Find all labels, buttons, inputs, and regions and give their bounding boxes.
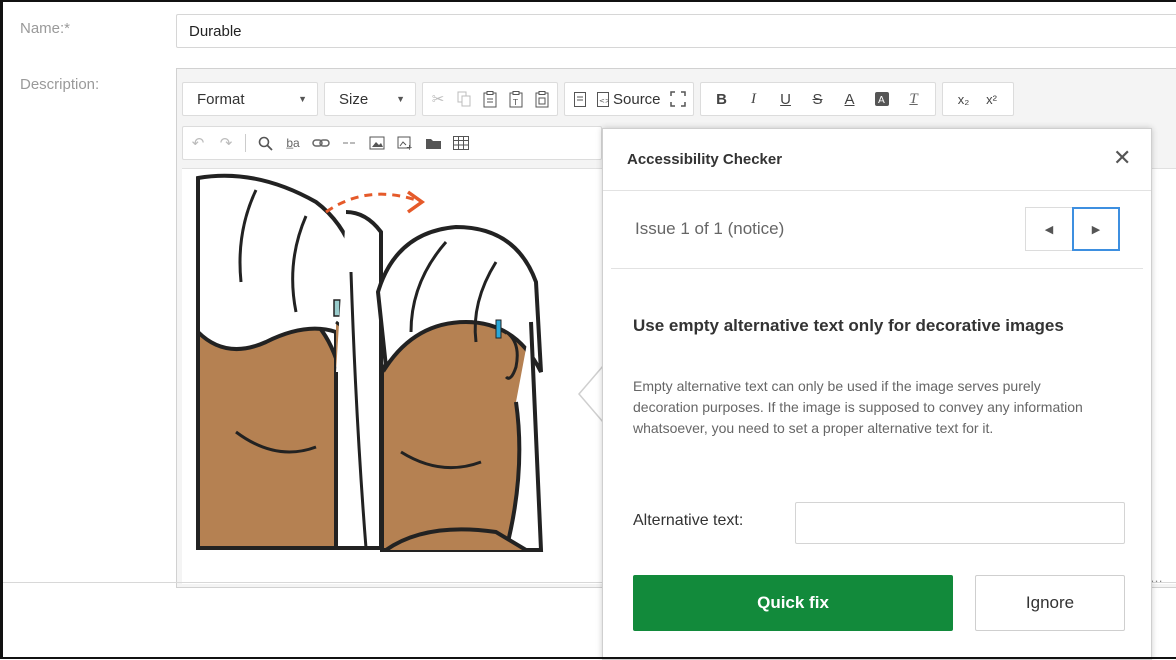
unlink-icon[interactable] [340,130,358,156]
next-issue-button[interactable]: ▶ [1072,207,1120,251]
image-upload-icon[interactable]: + [396,130,414,156]
close-icon[interactable]: ✕ [1113,147,1131,169]
issue-nav-buttons: ◀ ▶ [1025,207,1120,251]
replace-icon[interactable]: b̲a [284,130,302,156]
issue-heading: Use empty alternative text only for deco… [633,316,1064,335]
underline-button[interactable]: U [777,86,795,112]
prev-issue-button[interactable]: ◀ [1025,207,1073,251]
panel-header: Accessibility Checker ✕ [603,129,1151,191]
paste-text-icon[interactable]: T [507,86,525,112]
quick-fix-button[interactable]: Quick fix [633,575,953,631]
panel-pointer [578,366,604,422]
panel-title: Accessibility Checker [627,151,783,168]
templates-icon[interactable] [571,86,589,112]
issue-navigation: Issue 1 of 1 (notice) ◀ ▶ [611,191,1143,269]
svg-text:<>: <> [599,97,609,105]
tools-group: ↶ ↷ b̲a + [182,126,602,160]
subscript-button[interactable]: x₂ [955,86,973,112]
svg-text:T: T [512,98,518,107]
description-label: Description: [20,76,100,93]
editor-image[interactable] [196,172,596,554]
text-color-button[interactable]: A [841,86,859,112]
separator [245,134,246,152]
chevron-down-icon: ▼ [396,94,405,104]
next-icon: ▶ [1091,223,1101,236]
document-group: <> Source [564,82,694,116]
table-icon[interactable] [452,130,470,156]
ignore-button[interactable]: Ignore [975,575,1125,631]
alt-text-label: Alternative text: [633,512,744,529]
svg-text:+: + [406,143,413,150]
name-label: Name:* [20,20,71,37]
find-icon[interactable] [256,130,274,156]
chevron-down-icon: ▼ [298,94,307,104]
source-button[interactable]: <> Source [597,91,661,108]
remove-format-button[interactable]: T [905,86,923,112]
svg-text:A: A [878,95,885,106]
paste-word-icon[interactable] [533,86,551,112]
script-group: x₂ x² [941,82,1014,116]
undo-icon[interactable]: ↶ [189,130,207,156]
toolbar-row-2: ↶ ↷ b̲a + [182,126,602,160]
prev-icon: ◀ [1044,223,1054,236]
cut-icon[interactable]: ✂ [429,86,447,112]
maximize-icon[interactable] [669,86,687,112]
paste-icon[interactable] [481,86,499,112]
background-color-button[interactable]: A [873,86,891,112]
alt-text-input[interactable] [795,502,1125,544]
image-icon[interactable] [368,130,386,156]
strikethrough-button[interactable]: S [809,86,827,112]
copy-icon[interactable] [455,86,473,112]
bold-button[interactable]: B [713,86,731,112]
italic-button[interactable]: I [745,86,763,112]
clipboard-group: ✂ T [422,82,558,116]
basic-styles-group: B I U S A A T [699,82,936,116]
link-icon[interactable] [312,130,330,156]
format-label: Format [197,90,245,108]
superscript-button[interactable]: x² [983,86,1001,112]
accessibility-checker-panel: Accessibility Checker ✕ Issue 1 of 1 (no… [602,128,1152,660]
size-dropdown[interactable]: Size ▼ [324,82,416,116]
folder-icon[interactable] [424,130,442,156]
source-label: Source [613,90,661,108]
size-label: Size [339,90,369,108]
redo-icon[interactable]: ↷ [217,130,235,156]
issue-status: Issue 1 of 1 (notice) [635,219,785,238]
issue-description: Empty alternative text can only be used … [633,378,1083,436]
source-icon: <> [597,91,609,107]
format-dropdown[interactable]: Format ▼ [182,82,318,116]
toolbar-row-1: Format ▼ Size ▼ ✂ T <> Source B I U S A … [182,82,1014,116]
name-input[interactable]: Durable [176,14,1176,48]
